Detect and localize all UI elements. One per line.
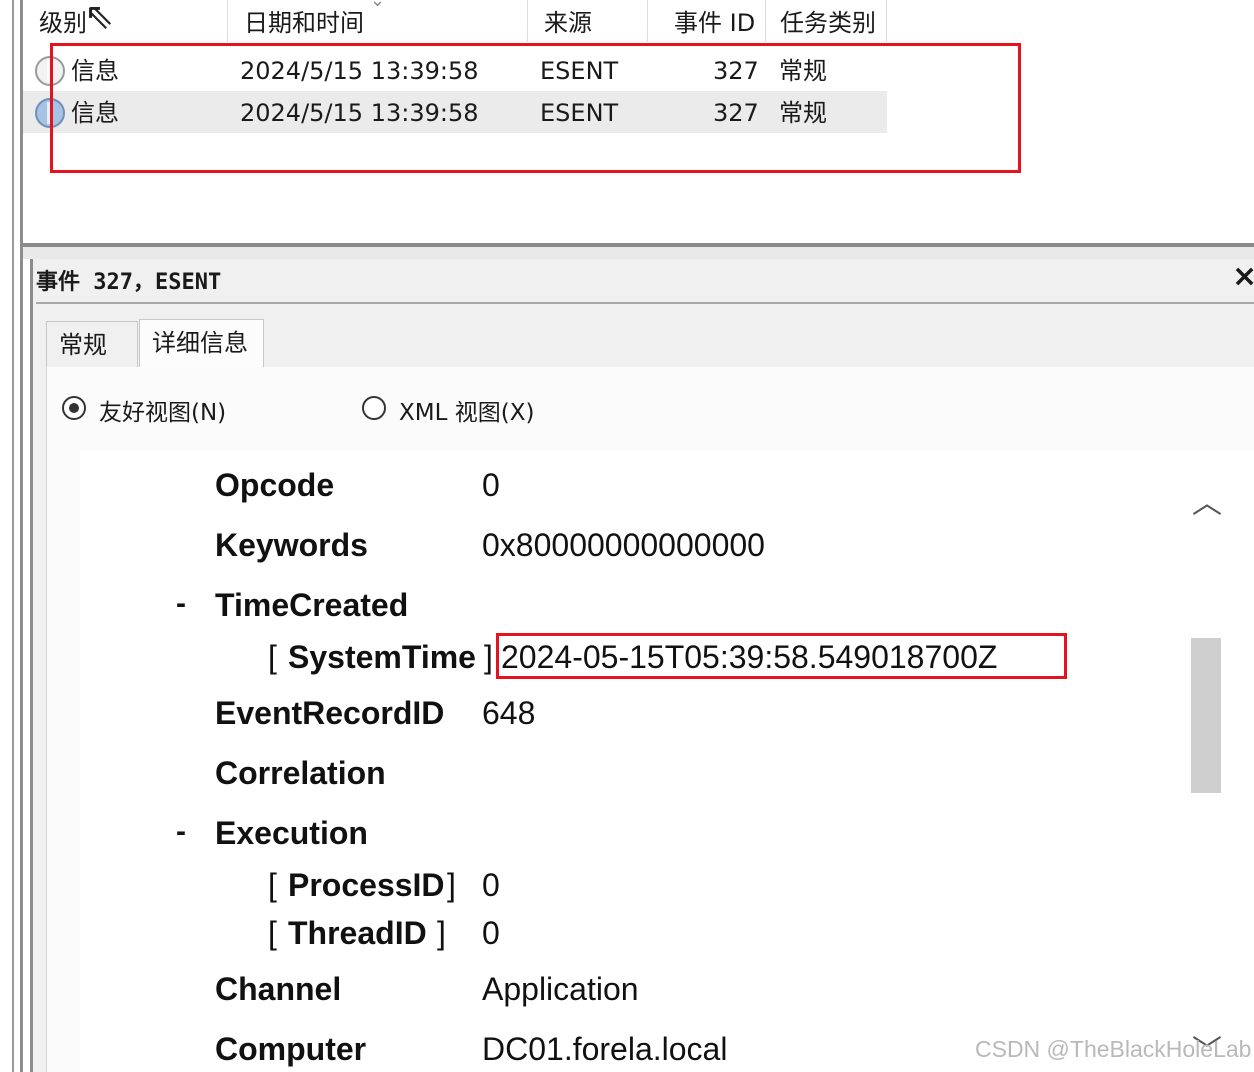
field-label-timecreated: TimeCreated [215, 587, 409, 623]
mouse-pointer-icon: ⇖ [84, 0, 115, 37]
bracket-open: [ [268, 639, 277, 675]
friendly-view-radio[interactable] [62, 396, 86, 420]
field-label-opcode: Opcode [215, 467, 335, 503]
field-label-processid: ProcessID [288, 867, 445, 903]
column-header-task-category[interactable]: 任务类别 [766, 0, 887, 42]
column-header-level[interactable]: 级别 [23, 0, 228, 42]
field-value-channel: Application [482, 971, 639, 1007]
field-label-systemtime: SystemTime [288, 639, 476, 675]
field-label-eventrecordid: EventRecordID [215, 695, 445, 731]
sort-chevron-icon: ⌄ [370, 0, 386, 11]
tab-general[interactable]: 常规 [46, 321, 138, 369]
friendly-view-label[interactable]: 友好视图(N) [99, 393, 226, 427]
xml-view-radio[interactable] [362, 396, 386, 420]
close-icon[interactable]: × [1232, 262, 1254, 292]
field-label-keywords: Keywords [215, 527, 368, 563]
column-header-datetime-label: 日期和时间 [244, 9, 364, 37]
column-header-event-id[interactable]: 事件 ID [648, 0, 766, 42]
details-pane-border [30, 259, 33, 1072]
systemtime-highlight-box [496, 633, 1067, 679]
radio-selected-dot [69, 403, 79, 413]
rows-highlight-box [50, 43, 1021, 173]
bracket-open: [ [268, 867, 277, 903]
scrollbar-thumb[interactable] [1191, 638, 1221, 793]
window-frame-outer [12, 0, 14, 1072]
watermark: CSDN @TheBlackHoleLab [975, 1036, 1252, 1062]
field-value-eventrecordid: 648 [482, 695, 536, 731]
bracket-open: [ [268, 915, 277, 951]
bracket-close: ] [437, 915, 446, 951]
bracket-close: ] [484, 639, 493, 675]
field-value-processid: 0 [482, 867, 500, 903]
chevron-up-icon[interactable]: ︿ [1192, 478, 1222, 522]
column-header-source[interactable]: 来源 [528, 0, 648, 42]
details-title: 事件 327，ESENT [36, 270, 222, 295]
field-label-computer: Computer [215, 1031, 367, 1067]
field-label-execution: Execution [215, 815, 368, 851]
field-label-correlation: Correlation [215, 755, 386, 791]
bracket-close: ] [447, 867, 456, 903]
field-value-threadid: 0 [482, 915, 500, 951]
collapse-toggle-execution[interactable]: - [176, 815, 186, 849]
field-value-computer: DC01.forela.local [482, 1031, 728, 1067]
tab-details[interactable]: 详细信息 [139, 319, 264, 369]
field-value-keywords: 0x80000000000000 [482, 527, 765, 563]
title-divider [36, 302, 1254, 304]
pane-gap [23, 247, 1254, 259]
collapse-toggle-timecreated[interactable]: - [176, 587, 186, 621]
xml-view-label[interactable]: XML 视图(X) [399, 393, 534, 427]
field-label-threadid: ThreadID [288, 915, 427, 951]
field-label-channel: Channel [215, 971, 342, 1007]
field-value-opcode: 0 [482, 467, 500, 503]
